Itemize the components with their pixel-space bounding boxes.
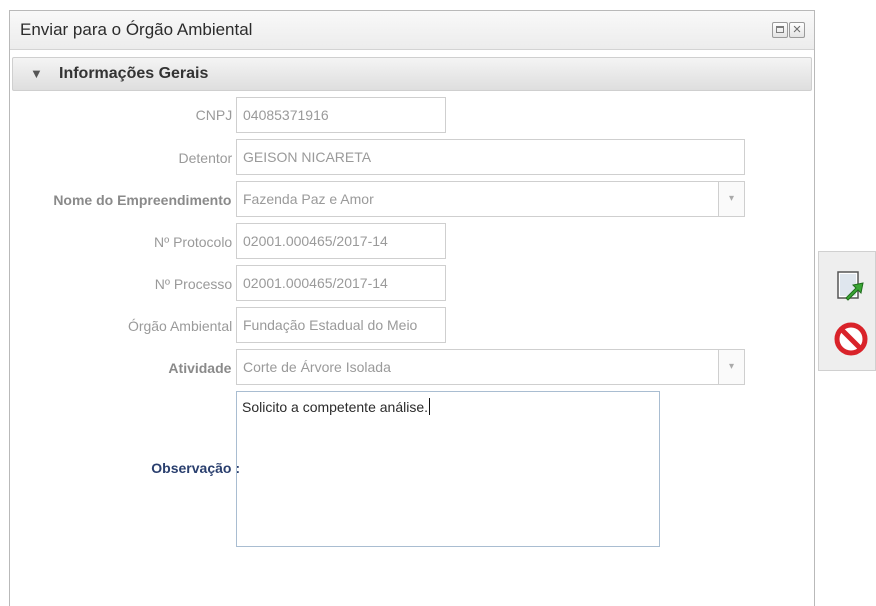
cnpj-label: CNPJ :: [195, 107, 240, 123]
empreendimento-label: Nome do Empreendimento :: [53, 192, 240, 208]
chevron-down-icon[interactable]: ▼: [30, 66, 43, 81]
section-header-informacoes-gerais[interactable]: ▼ Informações Gerais: [12, 57, 812, 91]
action-panel: [818, 251, 876, 371]
atividade-select[interactable]: Corte de Árvore Isolada ▾: [236, 349, 745, 385]
text-caret: [429, 398, 430, 415]
observacao-text: Solicito a competente análise.: [242, 399, 428, 415]
empreendimento-value: Fazenda Paz e Amor: [243, 191, 374, 207]
chevron-down-icon[interactable]: ▾: [718, 182, 744, 216]
orgao-field[interactable]: Fundação Estadual do Meio: [236, 307, 446, 343]
section-title: Informações Gerais: [59, 65, 209, 82]
empreendimento-select[interactable]: Fazenda Paz e Amor ▾: [236, 181, 745, 217]
detentor-label: Detentor :: [178, 150, 240, 166]
protocolo-field[interactable]: 02001.000465/2017-14: [236, 223, 446, 259]
close-icon[interactable]: ×: [789, 22, 805, 38]
processo-label: Nº Processo :: [154, 276, 240, 292]
observacao-textarea[interactable]: Solicito a competente análise.: [236, 391, 660, 547]
dialog-window: Enviar para o Órgão Ambiental × ▼ Inform…: [9, 10, 815, 606]
processo-field[interactable]: 02001.000465/2017-14: [236, 265, 446, 301]
title-bar[interactable]: Enviar para o Órgão Ambiental ×: [10, 11, 814, 50]
send-document-icon[interactable]: [834, 270, 868, 304]
orgao-label: Órgão Ambiental :: [127, 318, 240, 334]
cancel-icon[interactable]: [834, 322, 868, 356]
observacao-label: Observação :: [151, 460, 240, 476]
window-title: Enviar para o Órgão Ambiental: [20, 20, 253, 39]
detentor-field[interactable]: GEISON NICARETA: [236, 139, 745, 175]
protocolo-label: Nº Protocolo :: [153, 234, 240, 250]
atividade-value: Corte de Árvore Isolada: [243, 359, 391, 375]
atividade-label: Atividade :: [168, 360, 240, 376]
maximize-icon[interactable]: [772, 22, 788, 38]
cnpj-field[interactable]: 04085371916: [236, 97, 446, 133]
chevron-down-icon[interactable]: ▾: [718, 350, 744, 384]
